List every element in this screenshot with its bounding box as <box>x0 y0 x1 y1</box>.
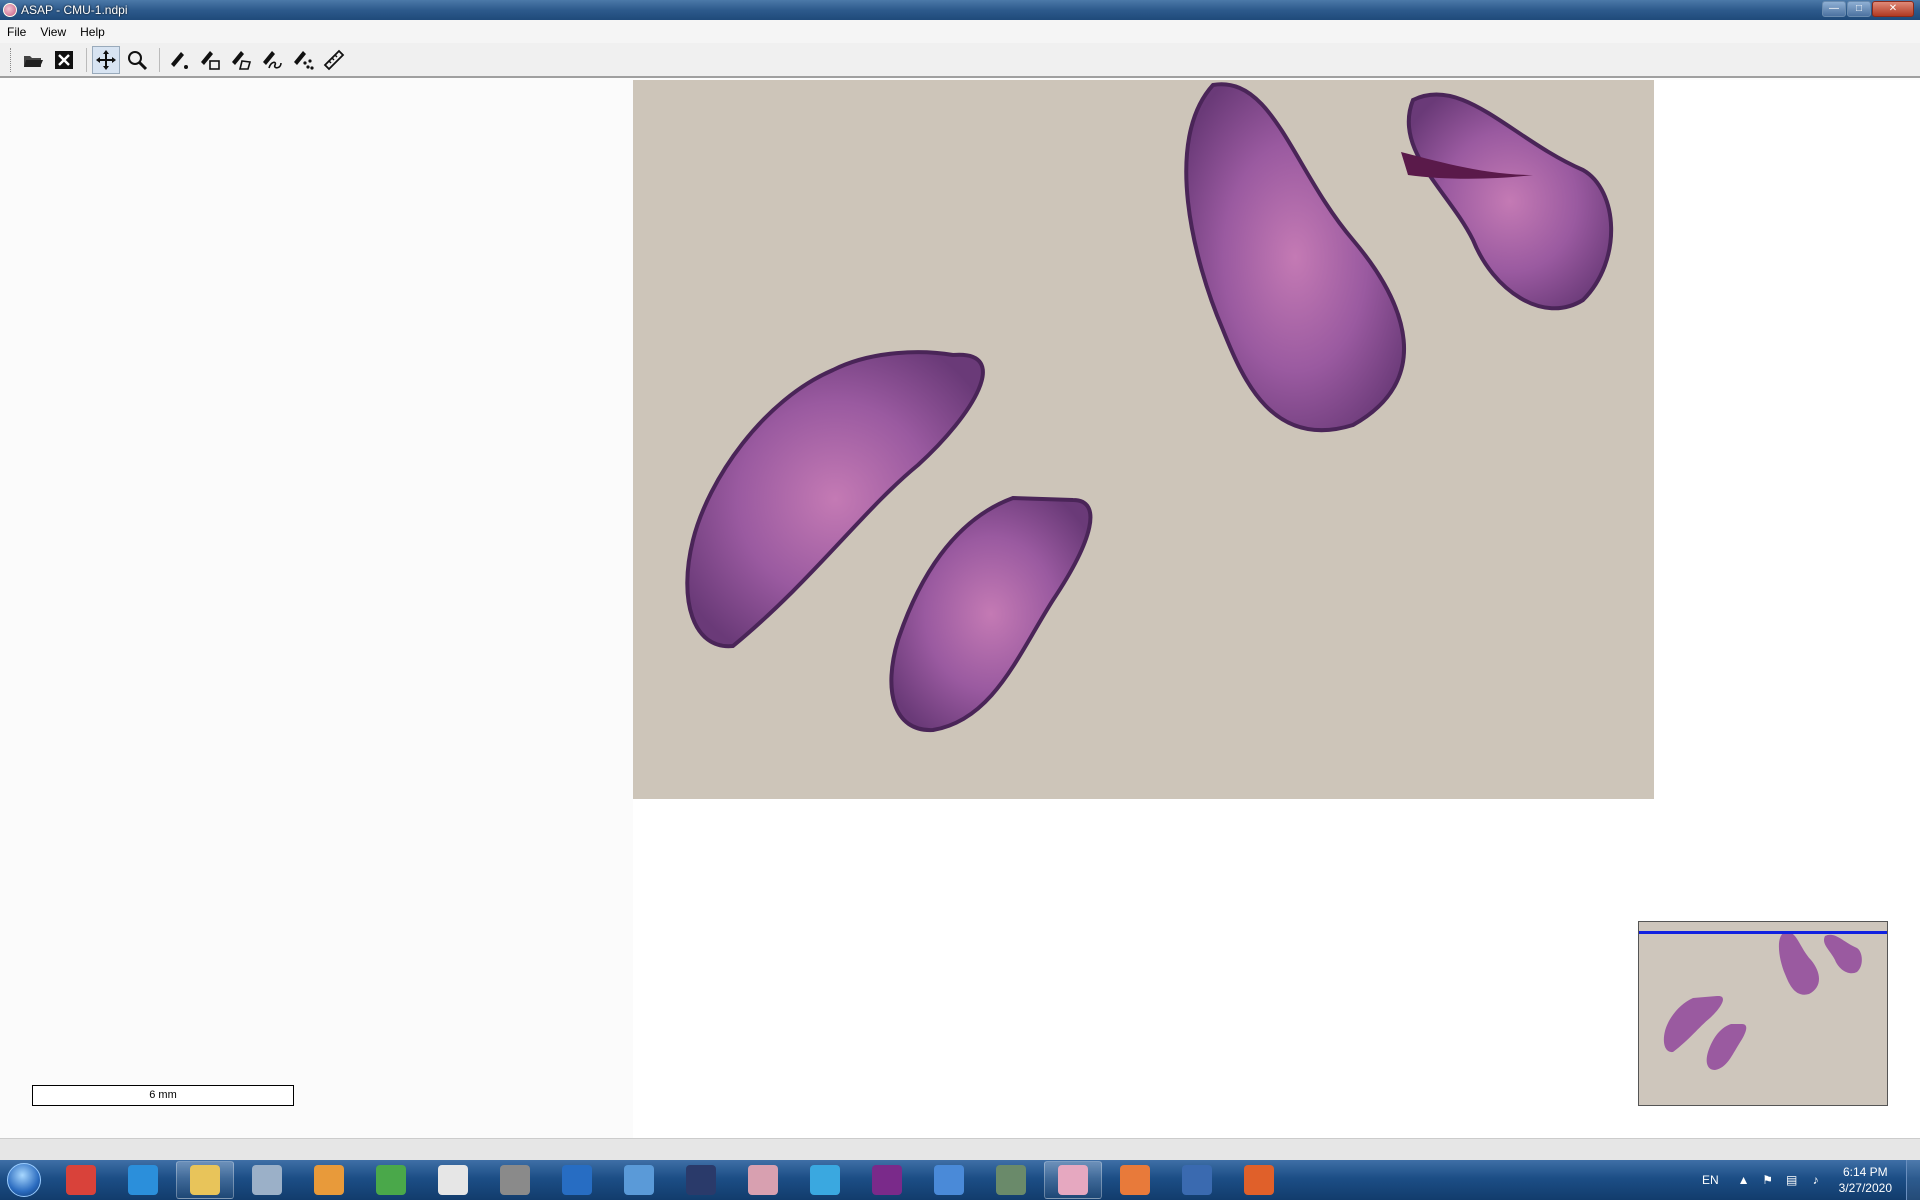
status-strip <box>0 1138 1920 1162</box>
start-button[interactable] <box>0 1160 48 1200</box>
folder-open-icon <box>24 55 43 67</box>
taskbar-app-remote[interactable] <box>1168 1161 1226 1199</box>
close-box-icon <box>55 50 73 69</box>
measurement-button[interactable] <box>320 46 348 74</box>
asap-app-icon <box>3 3 17 17</box>
title-bar: ASAP - CMU-1.ndpi — □ ✕ <box>0 0 1920 20</box>
microscope-icon <box>500 1165 530 1195</box>
taskbar-app-search-app[interactable] <box>920 1161 978 1199</box>
matlab-icon <box>1244 1165 1274 1195</box>
taskbar-app-explorer[interactable] <box>176 1161 234 1199</box>
qupath-icon <box>748 1165 778 1195</box>
spline-annotation-button[interactable] <box>258 46 286 74</box>
taskbar-app-app-cubes[interactable] <box>362 1161 420 1199</box>
taskbar-app-paint[interactable] <box>610 1161 668 1199</box>
menu-file[interactable]: File <box>0 25 33 39</box>
language-indicator[interactable]: EN <box>1702 1173 1719 1187</box>
globe-icon <box>996 1165 1026 1195</box>
toolbar <box>0 43 1920 78</box>
fiji-icon <box>1120 1165 1150 1195</box>
magnifier-icon <box>934 1165 964 1195</box>
pen-pointset-icon <box>294 50 314 70</box>
dot-annotation-button[interactable] <box>165 46 193 74</box>
network-icon[interactable]: ▤ <box>1785 1173 1799 1187</box>
pen-spline-icon <box>263 50 282 69</box>
taskbar-app-r[interactable] <box>548 1161 606 1199</box>
left-panel <box>0 80 633 1138</box>
calculator-icon <box>252 1165 282 1195</box>
windows-logo-icon <box>7 1163 41 1197</box>
menu-view[interactable]: View <box>33 25 73 39</box>
move-arrows-icon <box>96 49 116 70</box>
paint-icon <box>624 1165 654 1195</box>
speaker-icon <box>314 1165 344 1195</box>
toolbar-separator <box>159 47 160 72</box>
zoom-tool-button[interactable] <box>123 46 151 74</box>
action-center-flag-icon[interactable]: ⚑ <box>1761 1173 1775 1187</box>
pointset-annotation-button[interactable] <box>289 46 317 74</box>
taskbar-app-triangle-app[interactable] <box>796 1161 854 1199</box>
clock[interactable]: 6:14 PM 3/27/2020 <box>1839 1164 1892 1196</box>
r-icon <box>562 1165 592 1195</box>
window-controls: — □ ✕ <box>1822 1 1914 17</box>
minimize-button[interactable]: — <box>1822 1 1846 17</box>
taskbar-app-internet-explorer[interactable] <box>114 1161 172 1199</box>
remote-desktop-icon <box>1182 1165 1212 1195</box>
system-tray: EN ▲ ⚑ ▤ ♪ 6:14 PM 3/27/2020 <box>1702 1160 1920 1200</box>
menu-bar: File View Help <box>0 20 1920 43</box>
pen-polygon-icon <box>232 50 252 70</box>
show-hidden-icons-icon[interactable]: ▲ <box>1737 1173 1751 1187</box>
cubes-icon <box>376 1165 406 1195</box>
scale-bar: 6 mm <box>32 1085 294 1106</box>
polygon-annotation-button[interactable] <box>227 46 255 74</box>
magnifier-icon <box>128 50 148 70</box>
minimap-viewport-indicator[interactable] <box>1639 931 1887 934</box>
ruler-icon <box>323 49 345 70</box>
ie-icon <box>128 1165 158 1195</box>
taskbar-app-sound[interactable] <box>300 1161 358 1199</box>
taskbar-app-cellprofiler[interactable] <box>858 1161 916 1199</box>
taskbar-app-matlab[interactable] <box>1230 1161 1288 1199</box>
pan-tool-button[interactable] <box>92 45 120 74</box>
clock-time: 6:14 PM <box>1842 1165 1888 1179</box>
window-title: ASAP - CMU-1.ndpi <box>21 3 128 17</box>
cat-icon <box>872 1165 902 1195</box>
taskbar-app-fiji[interactable] <box>1106 1161 1164 1199</box>
slide-image[interactable] <box>633 80 1654 799</box>
toolbar-grip[interactable] <box>10 47 13 72</box>
close-file-button[interactable] <box>50 46 78 74</box>
taskbar-app-microscope[interactable] <box>486 1161 544 1199</box>
chrome-icon <box>66 1165 96 1195</box>
taskbar-app-calculator[interactable] <box>238 1161 296 1199</box>
menu-help[interactable]: Help <box>73 25 112 39</box>
folder-icon <box>190 1165 220 1195</box>
pen-rectangle-icon <box>201 50 220 70</box>
close-window-button[interactable]: ✕ <box>1872 1 1914 17</box>
asap-icon <box>1058 1165 1088 1195</box>
triangle-icon <box>810 1165 840 1195</box>
zen-icon <box>686 1165 716 1195</box>
minimap[interactable] <box>1638 921 1888 1106</box>
volume-icon[interactable]: ♪ <box>1809 1173 1823 1187</box>
open-button[interactable] <box>19 46 47 74</box>
show-desktop-button[interactable] <box>1906 1160 1920 1200</box>
mu-icon <box>438 1165 468 1195</box>
taskbar-app-mu[interactable] <box>424 1161 482 1199</box>
rectangle-annotation-button[interactable] <box>196 46 224 74</box>
minimap-thumbnail <box>1639 922 1887 1105</box>
clock-date: 3/27/2020 <box>1838 1181 1892 1195</box>
taskbar: EN ▲ ⚑ ▤ ♪ 6:14 PM 3/27/2020 <box>0 1160 1920 1200</box>
taskbar-app-asap[interactable] <box>1044 1161 1102 1199</box>
toolbar-separator <box>86 47 87 72</box>
taskbar-app-qupath[interactable] <box>734 1161 792 1199</box>
taskbar-app-globe-app[interactable] <box>982 1161 1040 1199</box>
taskbar-app-chrome[interactable] <box>52 1161 110 1199</box>
pen-dot-icon <box>171 51 188 69</box>
taskbar-app-zen[interactable] <box>672 1161 730 1199</box>
maximize-button[interactable]: □ <box>1847 1 1871 17</box>
